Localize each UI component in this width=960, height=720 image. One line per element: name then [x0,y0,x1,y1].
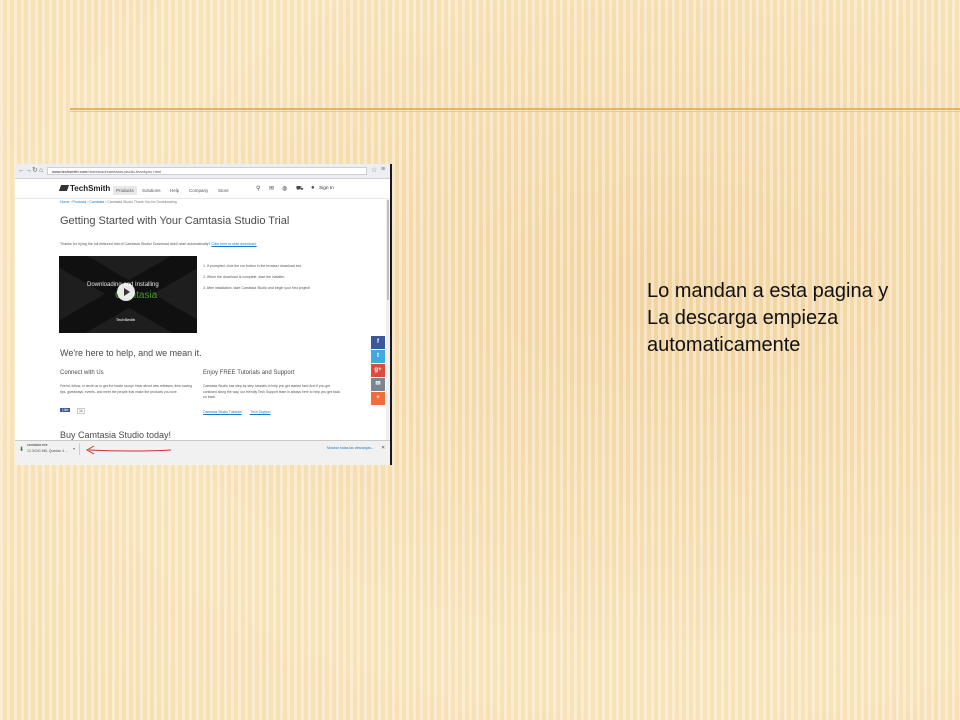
install-step: 3. After installation, start Camtasia St… [203,286,311,290]
caption-line: La descarga empieza [647,307,839,329]
share-plus-icon[interactable]: + [371,392,385,405]
download-file-icon: ⬇ [19,447,25,453]
tutorials-heading: Enjoy FREE Tutorials and Support [203,370,295,376]
site-navigation: TechSmith Products Solutions Help Compan… [15,179,390,199]
google-plus-icon[interactable]: g+ [371,364,385,377]
download-status: 12.3/240 MB, Quedan 4 ... [27,449,69,453]
browser-screenshot: ← → ↻ ⌂ www.techsmith.com/download/camta… [15,164,392,465]
video-brand: TechSmith [116,318,136,322]
twitter-icon[interactable]: t [371,350,385,363]
install-step: 2. When the download is complete, start … [203,275,285,279]
breadcrumb-home[interactable]: Home [60,200,69,204]
caption-line: Lo mandan a esta pagina y [647,280,889,302]
url-domain: www.techsmith.com [52,169,88,174]
forward-icon[interactable]: → [25,167,32,175]
search-icon[interactable]: ⚲ [256,185,260,192]
buy-heading: Buy Camtasia Studio today! [60,430,172,440]
techsmith-logo-icon [58,185,70,191]
install-steps: 1. If prompted, click the run button in … [203,261,310,294]
like-count: 1k [77,408,85,414]
connect-text: Friend, follow, or circle us to get the … [60,384,192,394]
breadcrumb-camtasia[interactable]: Camtasia [89,200,104,204]
tutorial-video[interactable]: Downloading and Installing Camtasia Tech… [59,256,197,333]
nav-item-products[interactable]: Products [113,186,137,195]
start-download-link[interactable]: Click here to start download. [211,242,256,246]
caption-line: automaticamente [647,334,801,356]
download-bar: ⬇ camtasia.exe 12.3/240 MB, Quedan 4 ...… [15,440,390,465]
tech-support-link[interactable]: Tech Support [251,410,271,414]
cart-icon[interactable]: ⛟ [296,185,304,193]
home-icon[interactable]: ⌂ [39,167,43,175]
intro-text: Thanks for trying the full-featured tria… [60,242,257,246]
download-separator [79,443,80,455]
play-icon[interactable] [117,283,135,301]
breadcrumb-current: Camtasia Studio Thank You for Downloadin… [107,200,177,204]
scrollbar-thumb[interactable] [387,200,389,300]
close-icon[interactable]: ✕ [381,445,385,451]
page-title: Getting Started with Your Camtasia Studi… [60,215,290,227]
title-divider-line [70,108,960,112]
back-icon[interactable]: ← [18,167,25,175]
help-heading: We're here to help, and we mean it. [60,348,202,358]
globe-icon[interactable]: ◍ [282,185,287,192]
browser-toolbar: ← → ↻ ⌂ www.techsmith.com/download/camta… [15,164,390,179]
red-arrow-annotation [85,445,172,455]
nav-item-solutions[interactable]: Solutions [139,186,164,195]
logo-text: TechSmith [70,184,111,193]
tutorial-links: Camtasia Studio Tutorials Tech Support [203,410,279,414]
sign-in-link[interactable]: Sign In [319,186,334,191]
show-all-downloads-link[interactable]: Mostrar todas las descargas... [327,446,374,450]
install-step: 1. If prompted, click the run button in … [203,264,302,268]
breadcrumb-products[interactable]: Products [72,200,86,204]
nav-item-store[interactable]: Store [215,186,232,195]
url-path: /download/camtasia-studio-thankyou.html [87,169,161,174]
address-bar[interactable]: www.techsmith.com/download/camtasia-stud… [47,167,367,175]
intro-text-body: Thanks for trying the full-featured tria… [60,242,211,246]
breadcrumb: Home › Products › Camtasia › Camtasia St… [60,200,177,204]
nav-item-company[interactable]: Company [186,186,211,195]
reload-icon[interactable]: ↻ [32,167,38,175]
nav-item-help[interactable]: Help [167,186,182,195]
bookmark-star-icon[interactable]: ☆ [371,166,377,174]
browser-menu-icon[interactable]: ≡ [381,166,385,173]
mail-icon[interactable]: ✉ [269,185,274,192]
user-icon[interactable]: ● [311,185,315,191]
facebook-icon[interactable]: f [371,336,385,349]
chevron-down-icon[interactable]: ▾ [73,446,75,451]
download-file-name[interactable]: camtasia.exe [27,443,48,447]
slide-caption: Lo mandan a esta pagina y La descarga em… [647,278,888,359]
tutorials-text: Camtasia Studio has step-by-step tutoria… [203,384,341,400]
techsmith-logo[interactable]: TechSmith [58,184,111,193]
camtasia-tutorials-link[interactable]: Camtasia Studio Tutorials [203,410,242,414]
email-icon[interactable]: ✉ [371,378,385,391]
connect-heading: Connect with Us [60,370,104,376]
facebook-like-button[interactable]: Like [60,408,71,412]
